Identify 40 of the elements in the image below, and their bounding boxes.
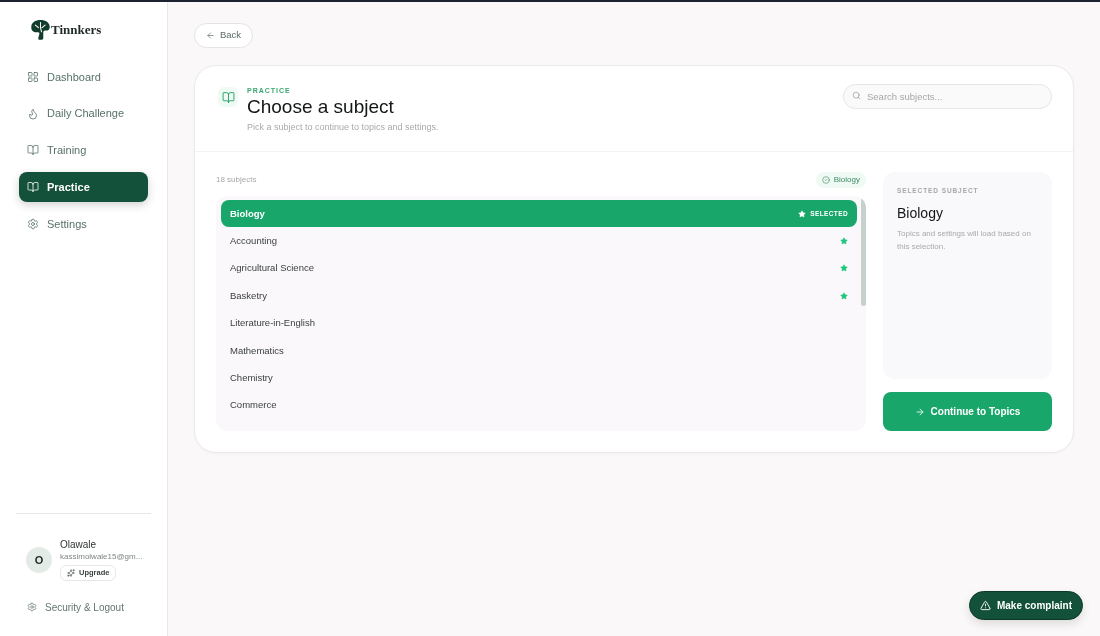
search-field[interactable]: Search subjects... [843, 84, 1052, 109]
flame-icon [27, 107, 39, 120]
security-logout-link[interactable]: Security & Logout [27, 600, 124, 614]
selected-chip: Biology [815, 172, 866, 188]
warning-icon [979, 600, 991, 611]
nav-item[interactable]: Training [19, 135, 148, 166]
sparkles-icon [67, 569, 75, 577]
book-icon [27, 144, 39, 157]
subject-option[interactable]: Basketry [221, 282, 857, 310]
page-title: Choose a subject [247, 96, 395, 118]
grid-icon [27, 71, 39, 83]
user-email: kassimolwale15@gm... [60, 551, 143, 562]
subject-option[interactable]: Accounting [221, 227, 857, 255]
panel-note: Topics and settings will load based on this selection. [897, 228, 1032, 253]
nav-item[interactable]: Practice [19, 172, 148, 203]
subject-option[interactable]: Agricultural Science [221, 254, 857, 283]
arrow-left-icon [206, 31, 215, 40]
book-icon [27, 181, 39, 194]
scrollbar-thumb[interactable] [861, 198, 866, 306]
subject-option[interactable]: Literature-in-English [221, 309, 857, 337]
subject-count: 18 subjects [216, 174, 257, 186]
settings-icon [27, 217, 39, 230]
search-icon [852, 91, 861, 100]
nav-item[interactable]: Daily Challenge [19, 98, 148, 129]
check-circle-icon [821, 176, 830, 184]
brand-name: Tinnkers [51, 20, 102, 39]
page-subtitle: Pick a subject to continue to topics and settings. [247, 121, 439, 133]
user-name: Olawale [60, 539, 97, 551]
nav-item[interactable]: Settings [19, 208, 148, 239]
panel-title: Biology [897, 204, 944, 222]
back-button[interactable]: Back [194, 23, 254, 48]
book-icon [218, 87, 238, 107]
logo-icon [31, 19, 50, 40]
arrow-right-icon [914, 406, 925, 417]
settings-icon [27, 602, 37, 612]
nav-item[interactable]: Dashboard [19, 62, 148, 92]
subject-option[interactable]: Chemistry [221, 364, 857, 392]
subject-option[interactable]: Mathematics [221, 336, 857, 365]
make-complaint-button[interactable]: Make complaint [968, 591, 1083, 620]
subject-option[interactable]: Commerce [221, 391, 857, 420]
